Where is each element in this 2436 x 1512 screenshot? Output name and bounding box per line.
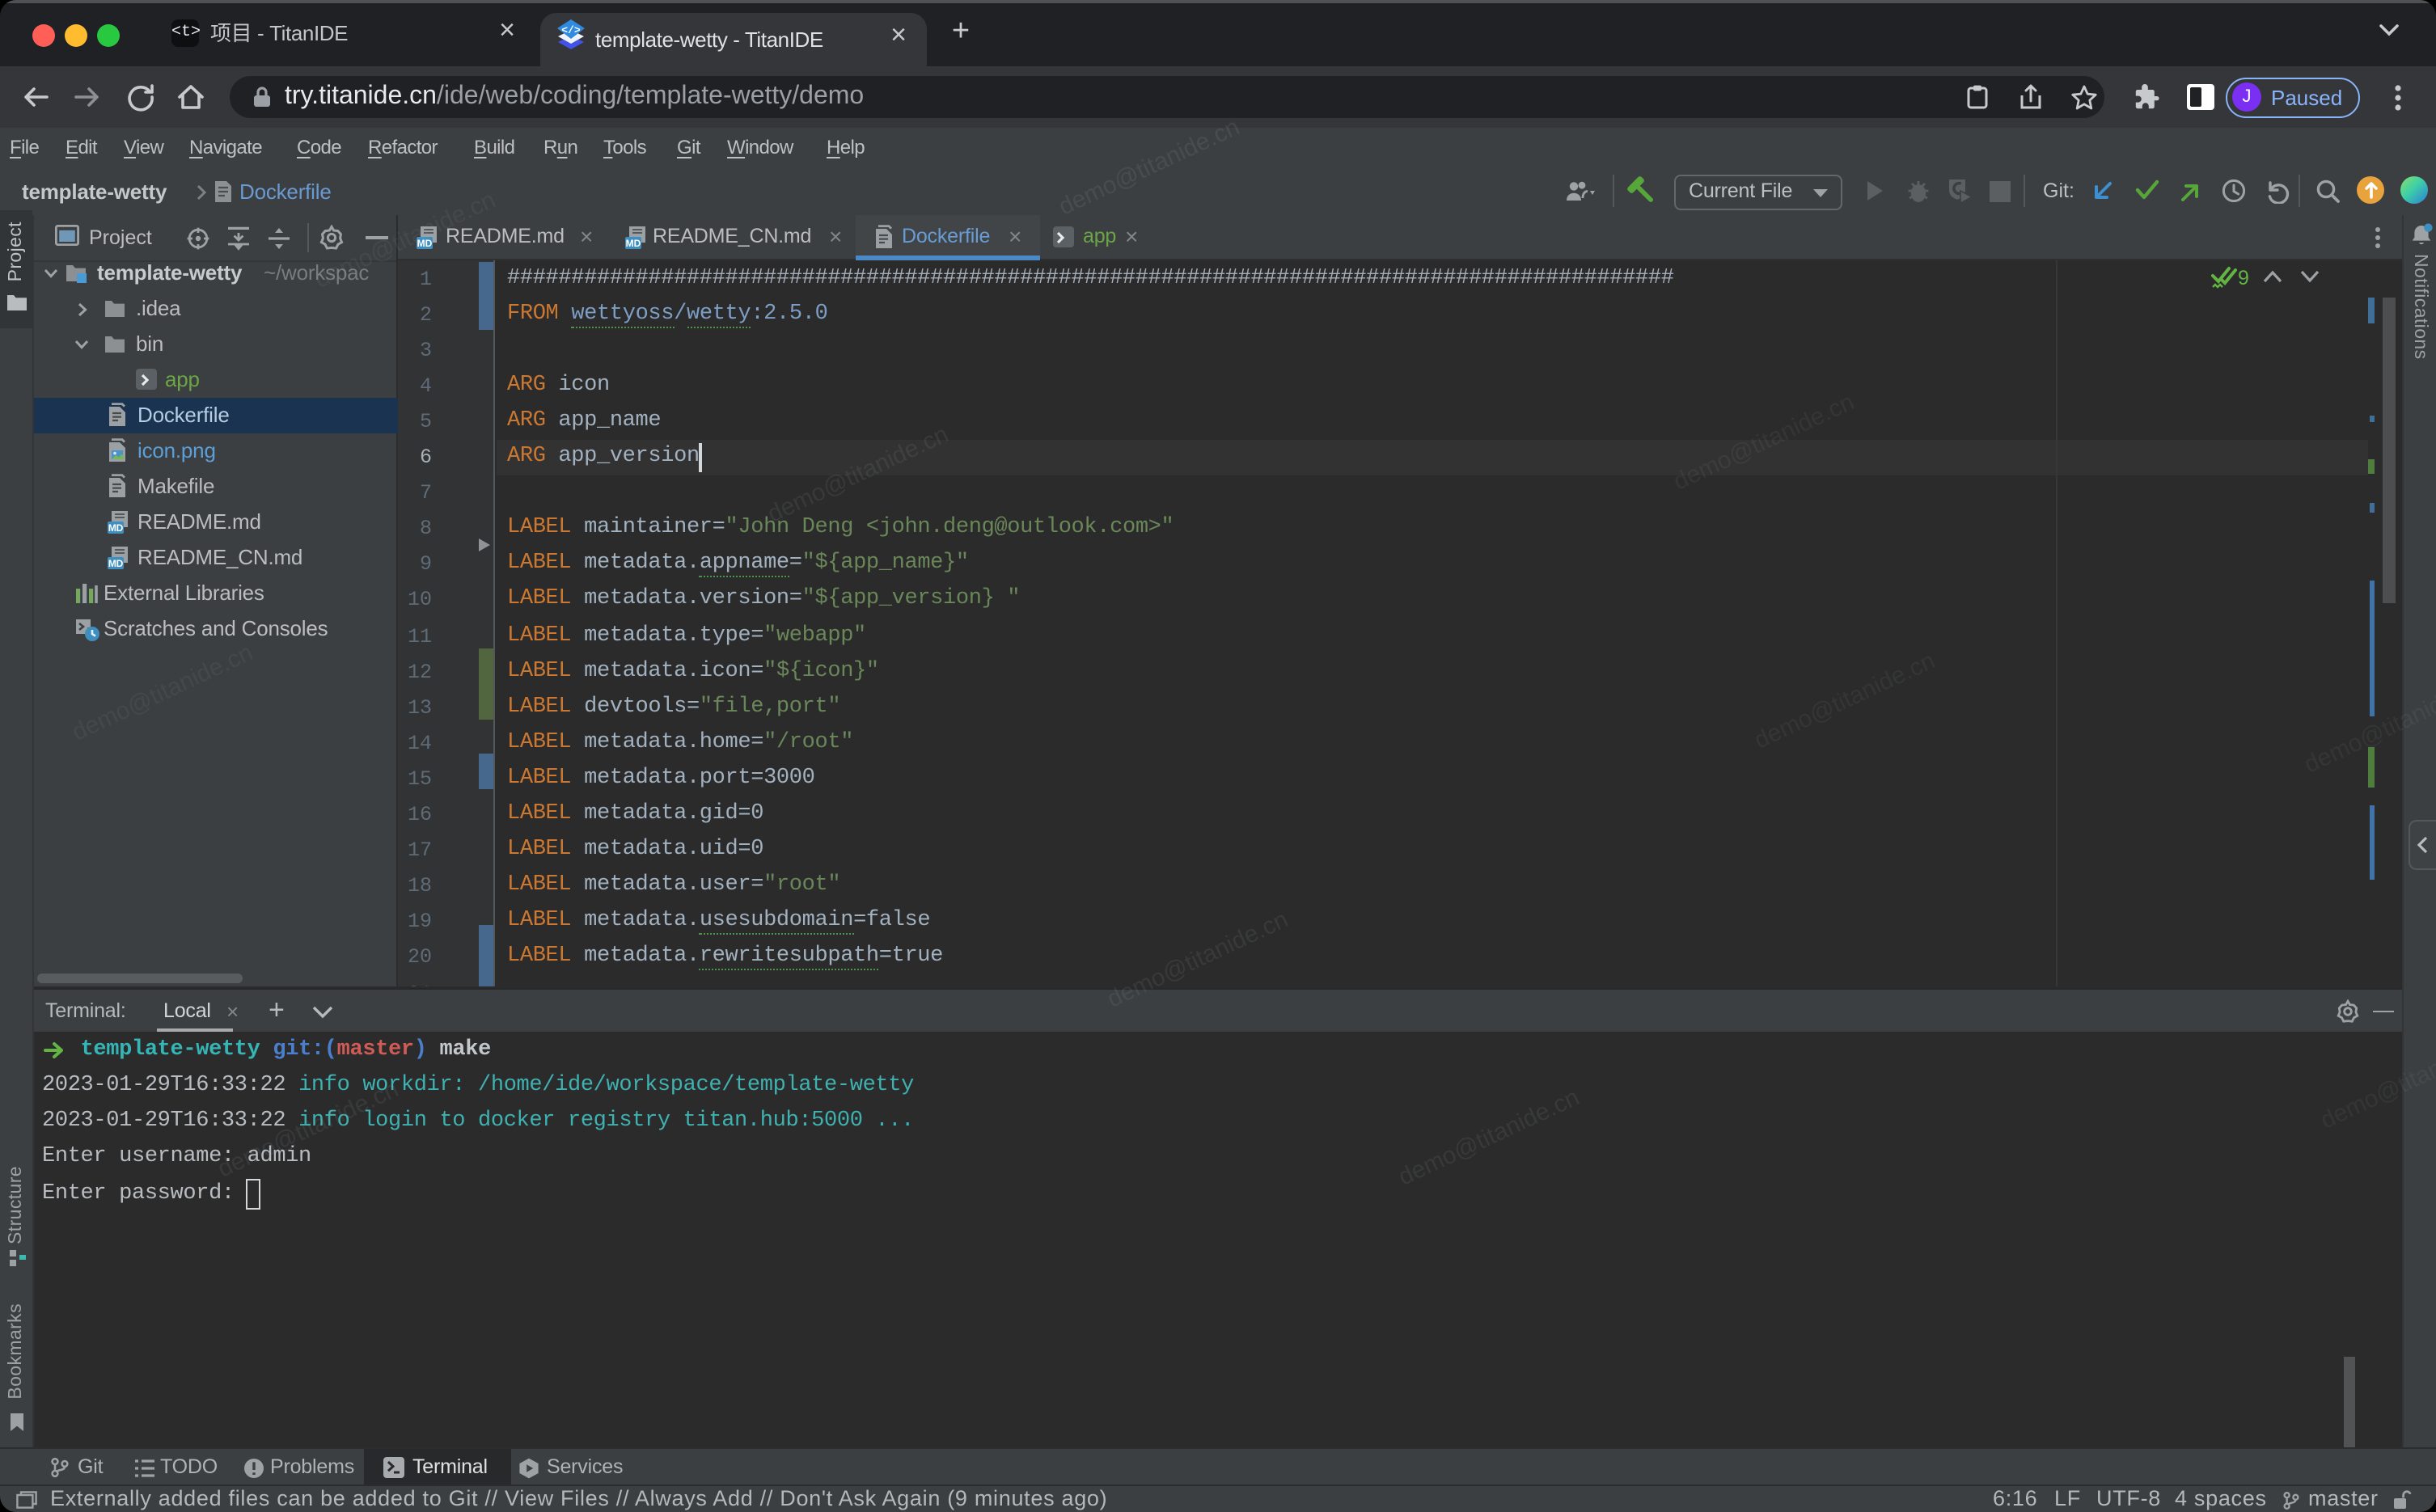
svg-text:MD: MD	[108, 557, 124, 568]
svg-text:MD: MD	[108, 522, 124, 533]
svg-text:MD: MD	[625, 237, 641, 248]
svg-text:MD: MD	[417, 237, 432, 248]
svg-text:</>: </>	[561, 24, 581, 36]
